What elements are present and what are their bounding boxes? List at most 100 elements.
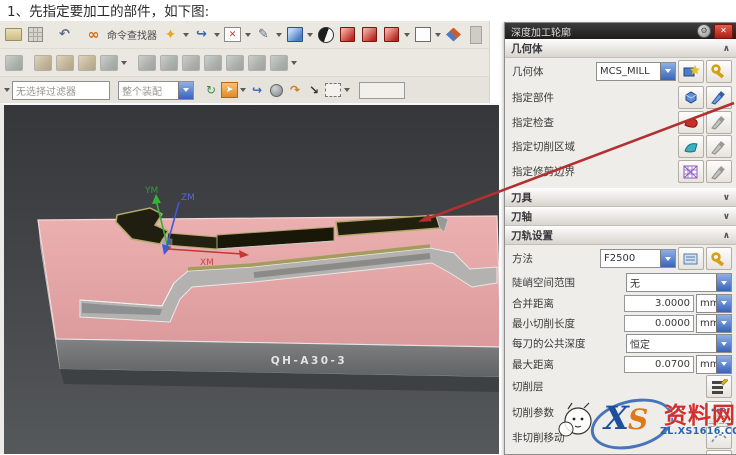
window-dropdown-icon[interactable] — [435, 32, 441, 37]
command-finder-label[interactable]: 命令查找器 — [107, 27, 157, 42]
dialog-options-icon[interactable]: ⚙ — [697, 24, 711, 38]
machine-icon[interactable] — [246, 53, 267, 73]
shading-icon[interactable] — [315, 25, 336, 45]
rotate-view-icon[interactable]: ↷ — [286, 81, 304, 99]
cut-params-button[interactable] — [706, 400, 732, 424]
create-geometry-icon[interactable] — [76, 53, 97, 73]
pattern-icon[interactable] — [25, 25, 46, 45]
section-tool-axis[interactable]: 刀轴 ∨ — [505, 207, 736, 226]
effects-icon[interactable]: ✦ — [160, 25, 181, 45]
close-view-icon[interactable]: ✕ — [222, 25, 243, 45]
specify-part-label: 指定部件 — [512, 91, 554, 104]
selection-scope-combo[interactable]: 整个装配 — [118, 80, 194, 100]
edit-geometry-button[interactable] — [706, 59, 732, 83]
dialog-titlebar[interactable]: 深度加工轮廓 ⚙ ✕ — [505, 23, 736, 39]
display-cut-area-button[interactable] — [706, 135, 732, 158]
part-geometry-icon — [685, 91, 697, 104]
select-part-button[interactable] — [678, 85, 704, 109]
csys-dropdown-icon[interactable] — [404, 32, 410, 37]
method-dropdown-icon[interactable] — [660, 250, 675, 267]
non-cutting-button[interactable] — [706, 425, 732, 449]
open-folder-icon[interactable] — [3, 25, 24, 45]
max-unit-combo[interactable]: mm — [696, 354, 732, 374]
undo-icon[interactable]: ↶ — [54, 25, 75, 45]
filter-caret-icon[interactable] — [4, 88, 10, 92]
display-check-button[interactable] — [706, 110, 732, 134]
feeds-button[interactable] — [706, 449, 732, 454]
refresh-icon[interactable]: ↻ — [202, 81, 220, 99]
disabled-tool-icon[interactable] — [3, 53, 24, 73]
create-dropdown-icon[interactable] — [121, 60, 127, 65]
method-combo[interactable]: F2500 — [600, 249, 676, 268]
snap-dropdown-icon[interactable] — [214, 32, 220, 37]
create-method-icon[interactable] — [98, 53, 119, 73]
method-value: F2500 — [604, 253, 636, 264]
simulate-icon[interactable] — [180, 53, 201, 73]
sketch-icon[interactable]: ✎ — [253, 25, 274, 45]
common-depth-dropdown-icon[interactable] — [716, 335, 731, 352]
scope-dropdown-icon[interactable] — [178, 81, 193, 99]
selection-info-field[interactable] — [359, 81, 405, 99]
datum-csys-icon[interactable] — [337, 25, 358, 45]
sketch-dropdown-icon[interactable] — [276, 32, 282, 37]
verify-toolpath-icon[interactable] — [158, 53, 179, 73]
shop-doc-icon[interactable] — [268, 53, 289, 73]
select-trim-button[interactable] — [678, 160, 704, 183]
create-tool-icon[interactable] — [54, 53, 75, 73]
window-icon[interactable] — [412, 25, 433, 45]
new-geometry-button[interactable] — [678, 59, 704, 83]
merge-distance-label: 合并距离 — [512, 297, 554, 310]
cut-levels-button[interactable] — [706, 375, 732, 398]
generate-toolpath-icon[interactable] — [136, 53, 157, 73]
command-finder-icon[interactable]: ∞ — [83, 25, 104, 45]
max-distance-field[interactable]: 0.0700 — [624, 355, 694, 373]
sphere-icon[interactable] — [267, 81, 285, 99]
hook-select-icon[interactable]: ↘ — [305, 81, 323, 99]
edit-method-button[interactable] — [706, 247, 732, 270]
select-cut-area-button[interactable] — [678, 135, 704, 158]
max-unit-dropdown-icon[interactable] — [716, 355, 731, 373]
steep-combo[interactable]: 无 — [626, 273, 732, 292]
steep-dropdown-icon[interactable] — [716, 274, 731, 291]
section-tool[interactable]: 刀具 ∨ — [505, 188, 736, 207]
orient-csys-icon[interactable] — [381, 25, 402, 45]
snap-point-icon[interactable]: ➤ — [221, 82, 238, 98]
rect-select-icon[interactable] — [324, 81, 342, 99]
side-panel-icon[interactable] — [465, 25, 486, 45]
min-cut-unit-dropdown-icon[interactable] — [716, 314, 731, 332]
viewport-3d[interactable]: QH-A30-3 YM ZM XM — [0, 103, 499, 454]
page-title: 1、先指定要加工的部件，如下图: — [7, 4, 210, 20]
rollback-icon[interactable]: ↪ — [248, 81, 266, 99]
new-method-button[interactable] — [678, 247, 704, 270]
select-dropdown-icon[interactable] — [344, 88, 350, 92]
effects-dropdown-icon[interactable] — [183, 32, 189, 37]
selection-filter-combo[interactable]: 无选择过滤器 — [12, 80, 110, 100]
common-depth-combo[interactable]: 恒定 — [626, 334, 732, 353]
postprocess-icon[interactable] — [202, 53, 223, 73]
geometry-dropdown-icon[interactable] — [660, 62, 675, 80]
min-cut-field[interactable]: 0.0000 — [624, 314, 694, 332]
display-trim-button[interactable] — [706, 160, 732, 183]
display-part-button[interactable] — [706, 85, 732, 109]
min-cut-unit-combo[interactable]: mm — [696, 313, 732, 333]
select-check-button[interactable] — [678, 110, 704, 134]
move-object-icon[interactable] — [443, 25, 464, 45]
wcs-icon[interactable] — [359, 25, 380, 45]
list-toolpath-icon[interactable] — [224, 53, 245, 73]
create-program-icon[interactable] — [32, 53, 53, 73]
merge-distance-field[interactable]: 3.0000 — [624, 294, 694, 312]
merge-unit-combo[interactable]: mm — [696, 293, 732, 313]
selection-filter-value: 无选择过滤器 — [16, 86, 76, 98]
method-label: 方法 — [512, 253, 533, 265]
snap-tool-icon[interactable]: ↪ — [191, 25, 212, 45]
section-geometry[interactable]: 几何体 ∧ — [505, 39, 736, 58]
section-path-settings[interactable]: 刀轨设置 ∧ — [505, 226, 736, 245]
snap-point-dropdown-icon[interactable] — [240, 88, 246, 92]
merge-unit-dropdown-icon[interactable] — [716, 294, 731, 312]
view-cube-icon[interactable] — [284, 25, 305, 45]
ops-dropdown-icon[interactable] — [291, 60, 297, 65]
view-dropdown-icon[interactable] — [307, 32, 313, 37]
close-view-dropdown-icon[interactable] — [245, 32, 251, 37]
dialog-close-icon[interactable]: ✕ — [714, 23, 733, 39]
geometry-combo[interactable]: MCS_MILL — [596, 61, 676, 81]
